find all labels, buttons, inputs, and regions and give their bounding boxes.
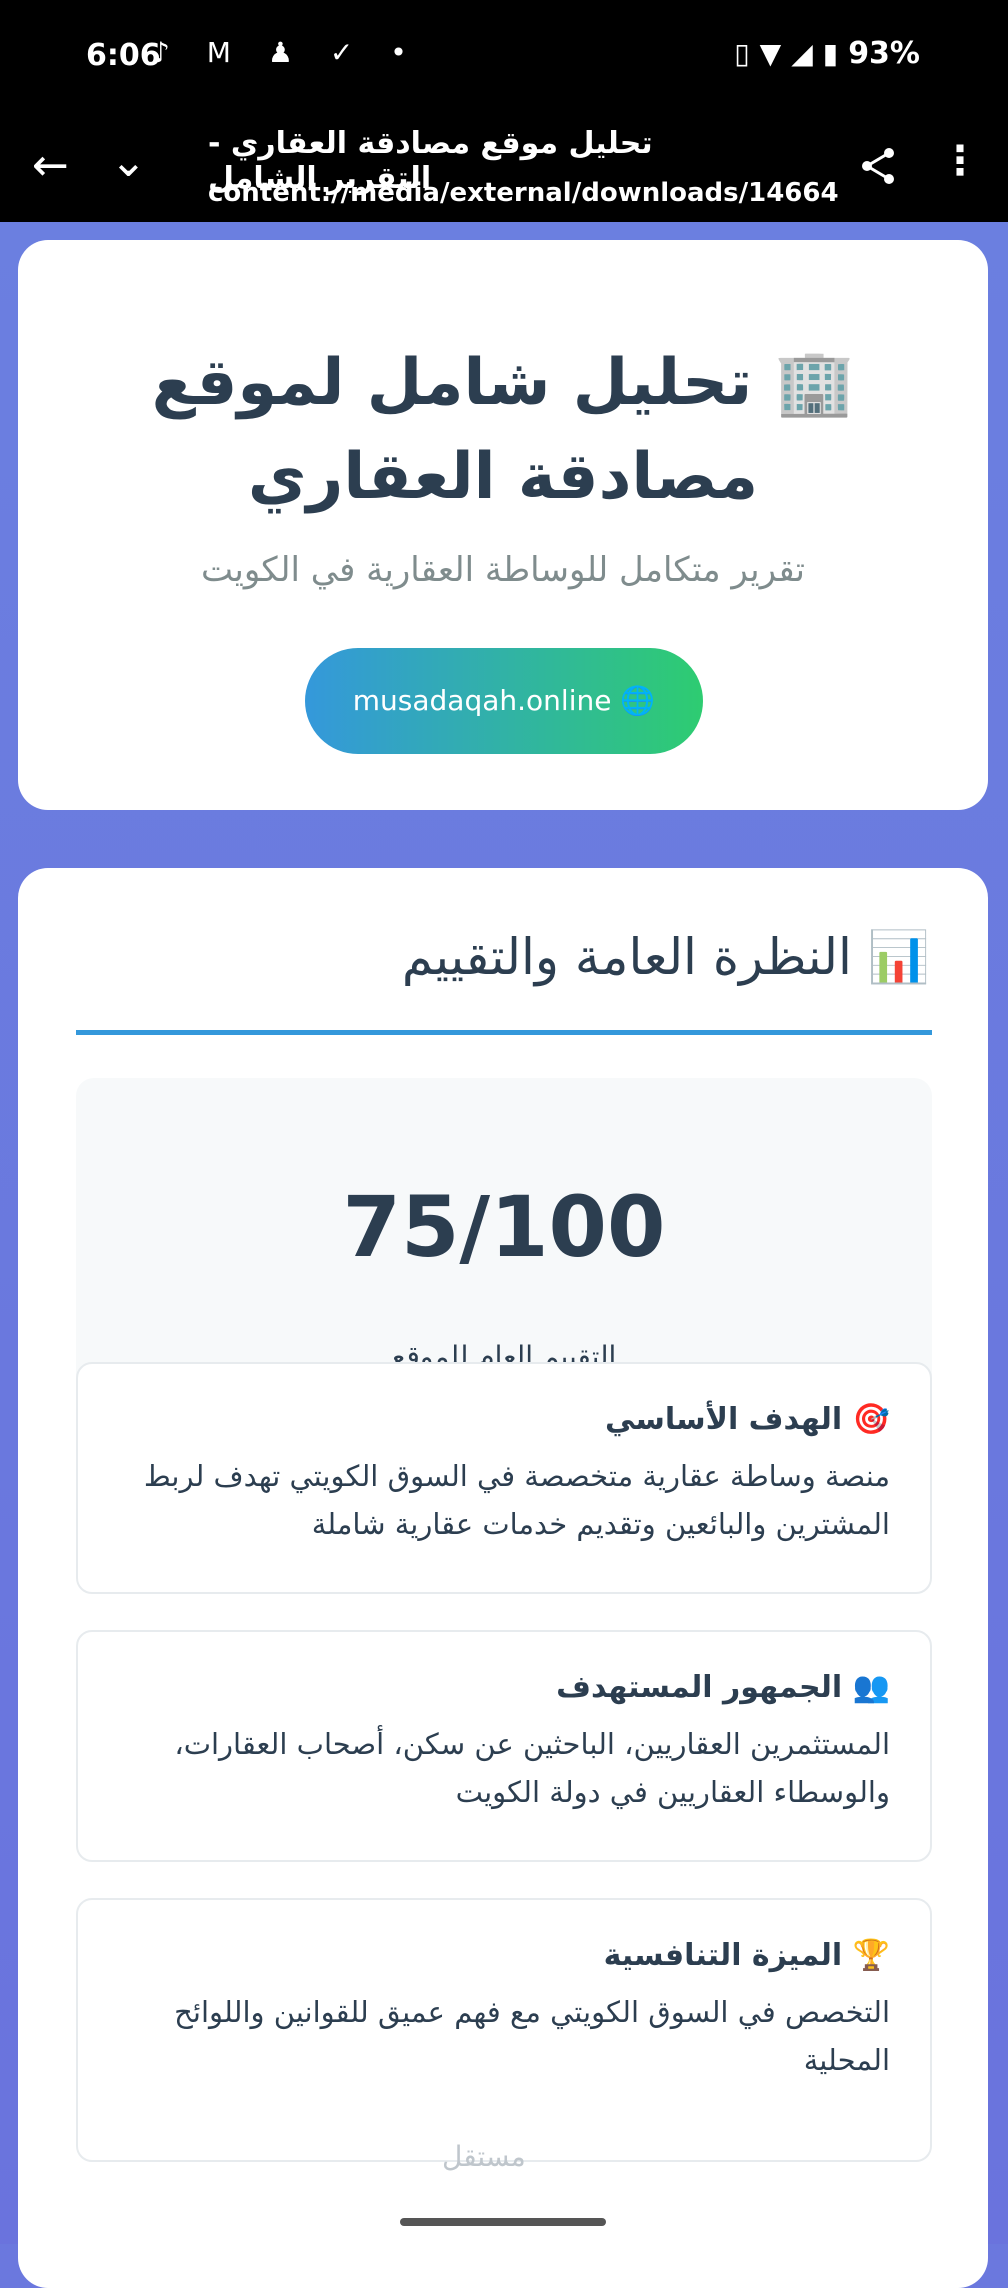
gesture-home-bar[interactable] xyxy=(400,2218,606,2226)
section-title: 📊 النظرة العامة والتقييم xyxy=(401,928,930,986)
notification-icons: ♪ M ♟ ✓ • xyxy=(152,36,421,69)
info-card-title: 🎯 الهدف الأساسي xyxy=(604,1402,890,1437)
battery-icon: ▮ xyxy=(822,37,839,70)
watermark-logo: مستقل xyxy=(442,2140,526,2173)
score-value: 75/100 xyxy=(342,1178,666,1276)
info-card-audience: 👥 الجمهور المستهدف المستثمرين العقاريين،… xyxy=(76,1630,932,1862)
overview-card: 📊 النظرة العامة والتقييم 75/100 التقييم … xyxy=(18,868,988,2288)
hero-subtitle: تقرير متكامل للوساطة العقارية في الكويت xyxy=(200,550,806,590)
battery-level: 93% xyxy=(848,36,920,71)
vibrate-icon: ▯ xyxy=(734,37,750,70)
more-options-icon[interactable]: ⋮ xyxy=(940,138,980,184)
page-url: content://media/external/downloads/14664 xyxy=(208,178,839,208)
website-link-button[interactable]: musadaqah.online 🌐 xyxy=(305,648,703,754)
info-card-goal: 🎯 الهدف الأساسي منصة وساطة عقارية متخصصة… xyxy=(76,1362,932,1594)
hero-title: 🏢 تحليل شامل لموقع مصادقة العقاري xyxy=(151,346,855,514)
info-card-title: 🏆 الميزة التنافسية xyxy=(603,1938,890,1973)
signal-icon: ◢ xyxy=(791,37,813,70)
info-card-text: المستثمرين العقاريين، الباحثين عن سكن، أ… xyxy=(174,1727,890,1809)
wifi-icon: ▼ xyxy=(759,37,782,70)
system-icons: ▯ ▼ ◢ ▮ 93% xyxy=(734,36,920,71)
info-card-advantage: 🏆 الميزة التنافسية التخصص في السوق الكوي… xyxy=(76,1898,932,2162)
info-card-title: 👥 الجمهور المستهدف xyxy=(556,1670,890,1705)
status-bar: 6:06 ♪ M ♟ ✓ • ▯ ▼ ◢ ▮ 93% xyxy=(0,0,1008,112)
back-arrow-icon[interactable]: ← xyxy=(32,140,69,191)
info-card-text: التخصص في السوق الكويتي مع فهم عميق للقو… xyxy=(174,1995,890,2077)
section-divider xyxy=(76,1030,932,1035)
share-icon[interactable] xyxy=(858,146,898,190)
browser-toolbar: ← ⌄ تحليل موقع مصادقة العقاري - التقرير … xyxy=(0,112,1008,222)
info-card-text: منصة وساطة عقارية متخصصة في السوق الكويت… xyxy=(143,1459,890,1541)
hero-card: 🏢 تحليل شامل لموقع مصادقة العقاري تقرير … xyxy=(18,240,988,810)
status-time: 6:06 xyxy=(86,38,161,73)
chevron-down-icon[interactable]: ⌄ xyxy=(110,136,147,187)
page-content: 🏢 تحليل شامل لموقع مصادقة العقاري تقرير … xyxy=(0,222,1008,2288)
